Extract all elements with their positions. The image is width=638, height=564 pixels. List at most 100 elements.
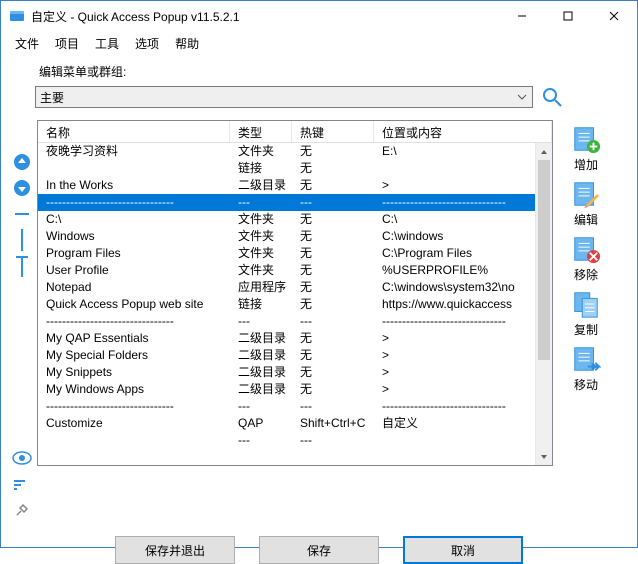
list-body[interactable]: 夜晚学习资料文件夹无E:\链接无In the Works二级目录无>------…: [38, 143, 552, 465]
edit-menu-label: 编辑菜单或群组:: [39, 63, 627, 80]
cell-type: 应用程序: [230, 279, 292, 296]
separator-short-icon[interactable]: [12, 204, 32, 224]
scroll-down-button[interactable]: [536, 448, 552, 465]
cell-name: In the Works: [38, 177, 230, 194]
cell-type: 链接: [230, 296, 292, 313]
table-row[interactable]: CustomizeQAPShift+Ctrl+C自定义: [38, 415, 552, 432]
table-row[interactable]: My QAP Essentials二级目录无>: [38, 330, 552, 347]
move-up-button[interactable]: [12, 152, 32, 172]
menu-help[interactable]: 帮助: [167, 33, 207, 54]
cell-name: C:\: [38, 211, 230, 228]
left-toolbar: [11, 120, 33, 520]
table-row[interactable]: Program Files文件夹无C:\Program Files: [38, 245, 552, 262]
favorites-list[interactable]: 名称 类型 热键 位置或内容 夜晚学习资料文件夹无E:\链接无In the Wo…: [37, 120, 553, 466]
table-row[interactable]: ----------------------------------------…: [38, 398, 552, 415]
pin-icon[interactable]: [12, 500, 32, 520]
table-row[interactable]: ------: [38, 432, 552, 449]
scroll-thumb[interactable]: [538, 160, 550, 360]
col-location[interactable]: 位置或内容: [374, 121, 552, 142]
cell-type: ---: [230, 194, 292, 211]
table-row[interactable]: User Profile文件夹无%USERPROFILE%: [38, 262, 552, 279]
table-row[interactable]: Windows文件夹无C:\windows: [38, 228, 552, 245]
cell-hotkey: 无: [292, 211, 374, 228]
table-row[interactable]: 链接无: [38, 160, 552, 177]
table-row[interactable]: ----------------------------------------…: [38, 194, 552, 211]
menu-options[interactable]: 选项: [127, 33, 167, 54]
table-row[interactable]: In the Works二级目录无>: [38, 177, 552, 194]
cancel-button[interactable]: 取消: [403, 536, 523, 564]
cell-name: --------------------------------: [38, 194, 230, 211]
vertical-scrollbar[interactable]: [535, 143, 552, 465]
menu-file[interactable]: 文件: [7, 33, 47, 54]
scroll-up-button[interactable]: [536, 143, 552, 160]
cell-hotkey: Shift+Ctrl+C: [292, 415, 374, 432]
text-column-icon[interactable]: [12, 256, 32, 276]
sort-icon[interactable]: [12, 474, 32, 494]
cell-loc: >: [374, 347, 552, 364]
table-row[interactable]: C:\文件夹无C:\: [38, 211, 552, 228]
cell-loc: E:\: [374, 143, 552, 160]
cell-loc: [374, 160, 552, 177]
col-type[interactable]: 类型: [230, 121, 292, 142]
cell-hotkey: 无: [292, 160, 374, 177]
cell-type: 文件夹: [230, 245, 292, 262]
remove-button[interactable]: 移除: [571, 234, 601, 283]
cell-type: 文件夹: [230, 143, 292, 160]
table-row[interactable]: ----------------------------------------…: [38, 313, 552, 330]
list-header: 名称 类型 热键 位置或内容: [38, 121, 552, 143]
add-label: 增加: [574, 156, 598, 173]
col-name[interactable]: 名称: [38, 121, 230, 142]
minimize-button[interactable]: [499, 1, 545, 31]
cell-name: Program Files: [38, 245, 230, 262]
cell-hotkey: 无: [292, 296, 374, 313]
edit-button[interactable]: 编辑: [571, 179, 601, 228]
cell-name: My Snippets: [38, 364, 230, 381]
table-row[interactable]: Quick Access Popup web site链接无https://ww…: [38, 296, 552, 313]
save-button[interactable]: 保存: [259, 536, 379, 564]
table-row[interactable]: 夜晚学习资料文件夹无E:\: [38, 143, 552, 160]
cell-type: 二级目录: [230, 381, 292, 398]
cell-hotkey: 无: [292, 177, 374, 194]
cell-hotkey: 无: [292, 279, 374, 296]
cell-type: 文件夹: [230, 228, 292, 245]
right-toolbar: 增加 编辑 移除 复制 移动: [557, 120, 615, 520]
cell-hotkey: ---: [292, 398, 374, 415]
cell-loc: >: [374, 177, 552, 194]
remove-label: 移除: [574, 266, 598, 283]
cell-loc: [374, 432, 552, 449]
menu-group-combo[interactable]: 主要: [35, 86, 533, 108]
table-row[interactable]: Notepad应用程序无C:\windows\system32\no: [38, 279, 552, 296]
separator-tall-icon[interactable]: [12, 230, 32, 250]
cell-name: My QAP Essentials: [38, 330, 230, 347]
cell-hotkey: 无: [292, 381, 374, 398]
move-down-button[interactable]: [12, 178, 32, 198]
cell-type: 二级目录: [230, 177, 292, 194]
cell-type: QAP: [230, 415, 292, 432]
menu-tools[interactable]: 工具: [87, 33, 127, 54]
search-button[interactable]: [539, 84, 565, 110]
menu-project[interactable]: 项目: [47, 33, 87, 54]
maximize-button[interactable]: [545, 1, 591, 31]
col-hotkey[interactable]: 热键: [292, 121, 374, 142]
footer: 保存并退出 保存 取消: [11, 520, 627, 564]
save-exit-button[interactable]: 保存并退出: [115, 536, 235, 564]
cell-hotkey: 无: [292, 245, 374, 262]
copy-button[interactable]: 复制: [571, 289, 601, 338]
eye-icon[interactable]: [12, 448, 32, 468]
cell-name: My Windows Apps: [38, 381, 230, 398]
table-row[interactable]: My Special Folders二级目录无>: [38, 347, 552, 364]
cell-name: Windows: [38, 228, 230, 245]
cell-hotkey: 无: [292, 347, 374, 364]
close-button[interactable]: [591, 1, 637, 31]
titlebar: 自定义 - Quick Access Popup v11.5.2.1: [1, 1, 637, 31]
move-button[interactable]: 移动: [571, 344, 601, 393]
cell-loc: >: [374, 364, 552, 381]
cell-loc: C:\windows: [374, 228, 552, 245]
table-row[interactable]: My Snippets二级目录无>: [38, 364, 552, 381]
add-button[interactable]: 增加: [571, 124, 601, 173]
cell-name: --------------------------------: [38, 398, 230, 415]
cell-hotkey: 无: [292, 330, 374, 347]
cell-name: --------------------------------: [38, 313, 230, 330]
table-row[interactable]: My Windows Apps二级目录无>: [38, 381, 552, 398]
cell-type: 二级目录: [230, 364, 292, 381]
